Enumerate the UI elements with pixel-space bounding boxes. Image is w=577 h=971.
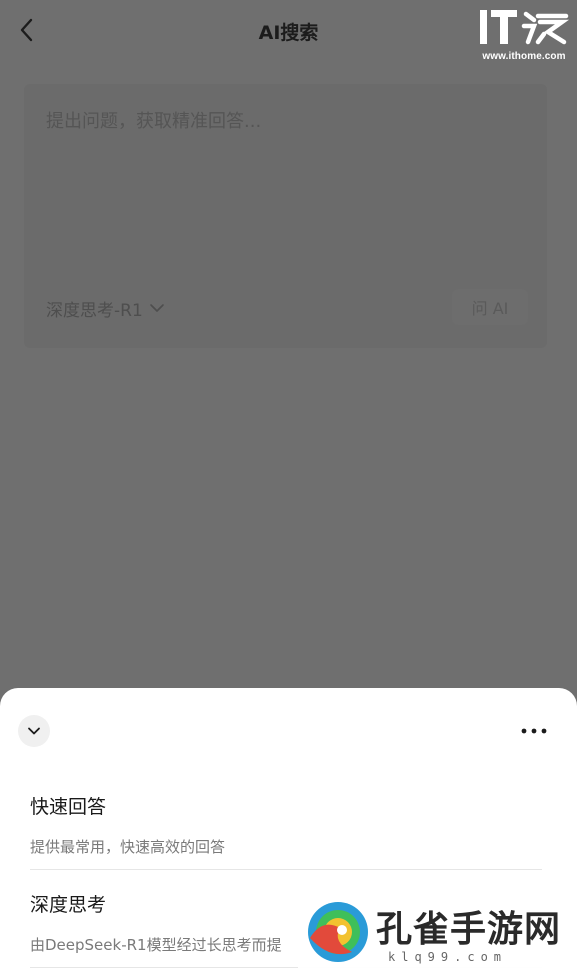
chevron-down-icon (149, 304, 164, 312)
question-input[interactable] (46, 106, 516, 136)
top-bar: AI搜索 www.ithome.com (0, 0, 577, 62)
collapse-sheet-button[interactable] (18, 715, 50, 747)
question-card: 深度思考-R1 问 AI (24, 84, 547, 348)
ithome-logo: www.ithome.com (478, 8, 570, 64)
model-label: 深度思考-R1 (46, 300, 143, 321)
ask-ai-button[interactable]: 问 AI (452, 289, 528, 325)
option-quick-answer[interactable]: 快速回答 提供最常用，快速高效的回答 (30, 792, 542, 870)
ithome-logo-mark (480, 10, 570, 45)
ithome-url: www.ithome.com (482, 51, 566, 62)
option-description: 提供最常用，快速高效的回答 (30, 838, 226, 856)
option-title: 深度思考 (30, 894, 107, 916)
watermark-url: klq99.com (388, 950, 508, 964)
chevron-down-icon (28, 727, 40, 735)
watermark-text: 孔雀手游网 (376, 908, 562, 950)
option-title: 快速回答 (30, 796, 107, 818)
option-description: 由DeepSeek-R1模型经过长思考而提 (30, 936, 282, 954)
peacock-logo-icon (308, 902, 368, 962)
more-options-button[interactable] (520, 720, 548, 742)
more-icon (521, 728, 547, 734)
watermark: 孔雀手游网 klq99.com (298, 892, 577, 971)
model-selector[interactable]: 深度思考-R1 (46, 294, 165, 322)
